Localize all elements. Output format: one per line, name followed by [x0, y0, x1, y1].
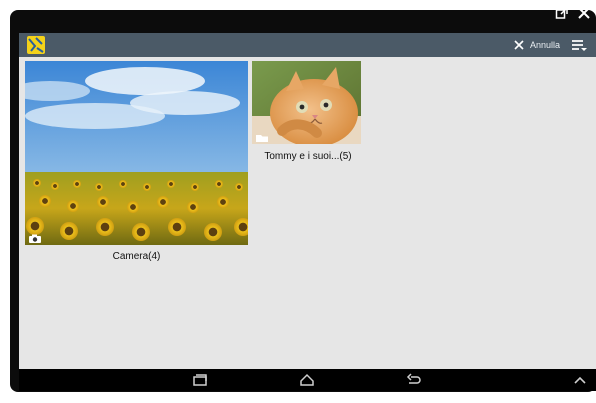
app-header: Annulla: [19, 33, 596, 57]
folder-icon: [256, 135, 268, 142]
album-grid: Camera(4) Tommy e i suoi...(5): [19, 57, 596, 369]
recent-apps-button[interactable]: [191, 372, 209, 388]
app-icon[interactable]: [27, 36, 45, 54]
album-label: Tommy e i suoi...(5): [264, 151, 352, 162]
camera-icon: [29, 234, 41, 243]
cancel-label: Annulla: [529, 40, 560, 50]
popout-icon: [555, 7, 568, 19]
window-controls: [554, 4, 592, 22]
close-window-button[interactable]: [576, 5, 592, 21]
album-camera[interactable]: Camera(4): [25, 61, 248, 266]
album-thumbnail: [25, 61, 248, 245]
popout-button[interactable]: [554, 5, 570, 21]
album-type-badge: [255, 130, 269, 142]
back-button[interactable]: [405, 372, 423, 388]
menu-icon: [572, 40, 587, 51]
back-icon: [406, 373, 421, 384]
close-icon: [578, 7, 590, 19]
album-type-badge: [28, 231, 42, 243]
home-button[interactable]: [298, 372, 316, 388]
recent-apps-icon: [193, 374, 207, 386]
home-icon: [300, 373, 314, 386]
chevron-up-icon: [574, 376, 586, 384]
close-icon: [514, 40, 524, 50]
album-thumbnail: [252, 61, 361, 144]
menu-button[interactable]: [570, 36, 588, 54]
album-label: Camera(4): [112, 251, 161, 262]
system-navigation-bar: [19, 369, 596, 391]
cancel-button[interactable]: Annulla: [514, 33, 560, 57]
album-tommy[interactable]: Tommy e i suoi...(5): [252, 61, 364, 166]
expand-button[interactable]: [571, 372, 589, 388]
